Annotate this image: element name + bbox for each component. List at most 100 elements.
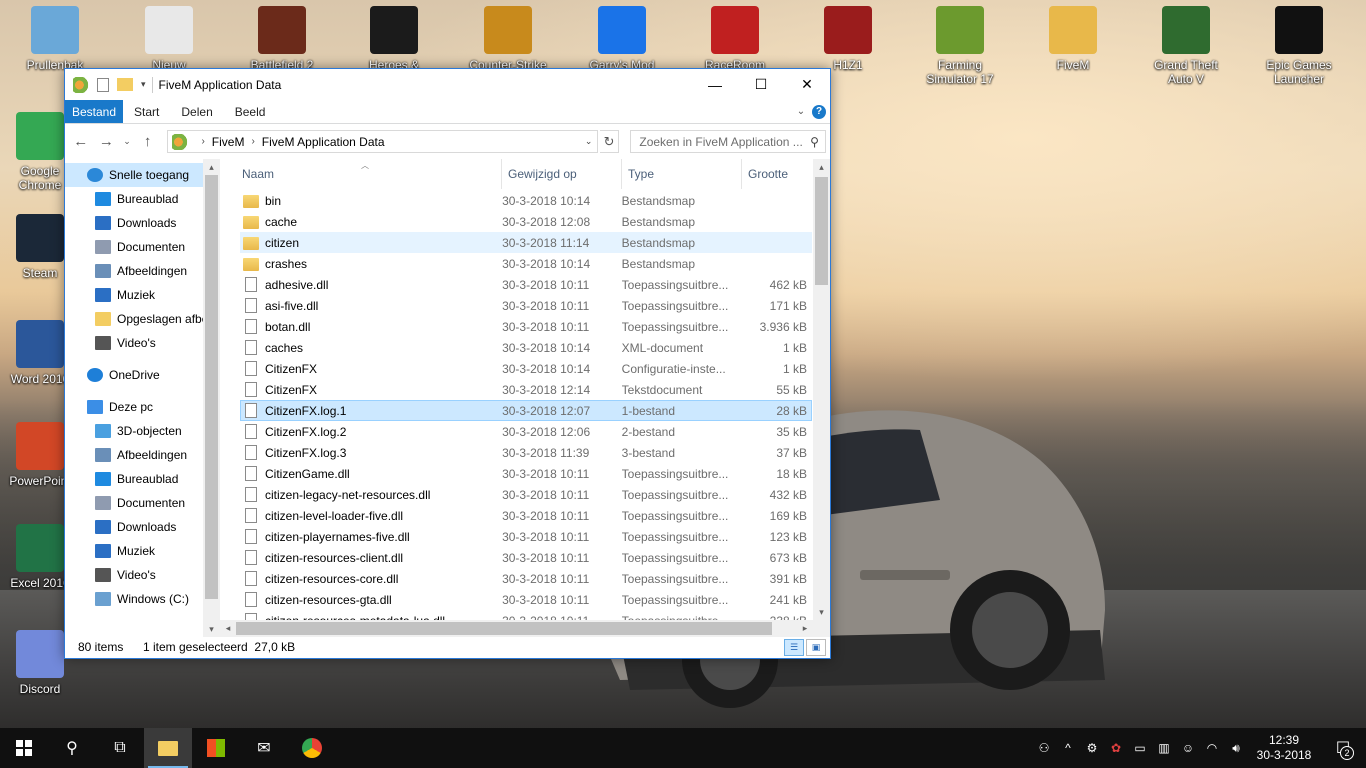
address-dropdown-icon[interactable]: ⌄ xyxy=(581,136,597,147)
up-arrow-icon[interactable]: ↑ xyxy=(136,130,160,154)
maximize-button[interactable]: ☐ xyxy=(738,69,784,100)
file-row[interactable]: cache 30-3-2018 12:08 Bestandsmap xyxy=(240,211,812,232)
properties-icon[interactable] xyxy=(97,77,109,92)
task-view-icon[interactable]: ⧉ xyxy=(96,728,144,768)
file-explorer-taskbar-icon[interactable] xyxy=(144,728,192,768)
close-button[interactable]: ✕ xyxy=(784,69,830,100)
desktop-shortcut[interactable]: Counter-Strike xyxy=(466,6,550,72)
nav-scrollbar[interactable]: ▴ ▾ xyxy=(203,159,220,637)
nav-item[interactable]: Documenten xyxy=(65,491,220,515)
nav-item[interactable]: 3D-objecten xyxy=(65,419,220,443)
breadcrumb-fivem[interactable]: FiveM xyxy=(212,135,245,149)
file-row[interactable]: citizen-resources-core.dll 30-3-2018 10:1… xyxy=(240,568,812,589)
nav-item[interactable]: Deze pc xyxy=(65,395,220,419)
start-button[interactable] xyxy=(0,728,48,768)
discord-tray-icon[interactable]: ☺ xyxy=(1176,741,1200,755)
file-row[interactable]: botan.dll 30-3-2018 10:11 Toepassingsuitbr… xyxy=(240,316,812,337)
file-row[interactable]: crashes 30-3-2018 10:14 Bestandsmap xyxy=(240,253,812,274)
store-taskbar-icon[interactable] xyxy=(192,728,240,768)
steam-tray-icon[interactable]: ⚙ xyxy=(1080,741,1104,755)
nav-scroll-up-icon[interactable]: ▴ xyxy=(203,159,220,175)
nav-item[interactable]: Video's xyxy=(65,331,220,355)
new-folder-icon[interactable] xyxy=(117,78,133,91)
nav-item[interactable]: Afbeeldingen✦ xyxy=(65,259,220,283)
action-center-icon[interactable]: ☐ 2 xyxy=(1320,728,1366,768)
file-row[interactable]: CitizenFX.log.3 30-3-2018 11:39 3-bestand 3… xyxy=(240,442,812,463)
scroll-down-icon[interactable]: ▾ xyxy=(813,604,830,620)
title-bar[interactable]: ▾ FiveM Application Data — ☐ ✕ xyxy=(65,69,830,100)
horizontal-scroll-thumb[interactable] xyxy=(236,622,772,635)
desktop-shortcut[interactable]: FiveM xyxy=(1031,6,1115,72)
search-box[interactable]: Zoeken in FiveM Application ... ⚲ xyxy=(630,130,826,153)
recent-locations-icon[interactable]: ⌄ xyxy=(120,130,134,154)
file-row[interactable]: CitizenFX 30-3-2018 10:14 Configuratie-ins… xyxy=(240,358,812,379)
chrome-taskbar-icon[interactable] xyxy=(288,728,336,768)
tab-delen[interactable]: Delen xyxy=(170,100,223,123)
search-taskbar-icon[interactable]: ⚲ xyxy=(48,728,96,768)
people-icon[interactable]: ⚇ xyxy=(1032,741,1056,755)
file-row[interactable]: citizen-legacy-net-resources.dll 30-3-201… xyxy=(240,484,812,505)
file-vertical-scrollbar[interactable]: ▴ ▾ xyxy=(813,159,830,620)
desktop-shortcut[interactable]: Nieuw xyxy=(127,6,211,72)
nav-scroll-thumb[interactable] xyxy=(205,175,218,599)
nav-item[interactable]: Muziek xyxy=(65,283,220,307)
desktop-shortcut[interactable]: Epic Games Launcher xyxy=(1257,6,1341,86)
nav-item[interactable]: Snelle toegang xyxy=(65,163,220,187)
file-row[interactable]: caches 30-3-2018 10:14 XML-document 1 kB xyxy=(240,337,812,358)
nav-item[interactable]: Video's xyxy=(65,563,220,587)
search-icon[interactable]: ⚲ xyxy=(810,135,819,149)
nav-item[interactable]: Documenten✦ xyxy=(65,235,220,259)
clock[interactable]: 12:39 30-3-2018 xyxy=(1248,733,1320,763)
column-gewijzigd-op[interactable]: Gewijzigd op xyxy=(502,159,622,189)
customize-toolbar-icon[interactable]: ▾ xyxy=(141,79,146,90)
file-row[interactable]: CitizenGame.dll 30-3-2018 10:11 Toepassing… xyxy=(240,463,812,484)
game-tray-icon[interactable]: ✿ xyxy=(1104,741,1128,755)
vertical-scroll-thumb[interactable] xyxy=(815,177,828,285)
nav-item[interactable]: Downloads✦ xyxy=(65,211,220,235)
expand-ribbon-icon[interactable]: ⌄ xyxy=(790,100,812,123)
file-row[interactable]: citizen-resources-client.dll 30-3-2018 10… xyxy=(240,547,812,568)
refresh-icon[interactable]: ↻ xyxy=(599,130,620,153)
network-icon[interactable]: ▥ xyxy=(1152,741,1176,755)
file-row[interactable]: CitizenFX.log.1 30-3-2018 12:07 1-bestand 2… xyxy=(240,400,812,421)
file-row[interactable]: asi-five.dll 30-3-2018 10:11 Toepassingsui… xyxy=(240,295,812,316)
file-row[interactable]: citizen-playernames-five.dll 30-3-2018 10… xyxy=(240,526,812,547)
desktop-shortcut[interactable]: Garry's Mod xyxy=(580,6,664,72)
details-view-icon[interactable]: ☰ xyxy=(784,638,804,656)
tab-start[interactable]: Start xyxy=(123,100,170,123)
file-row[interactable]: citizen-resources-gta.dll 30-3-2018 10:11… xyxy=(240,589,812,610)
tab-beeld[interactable]: Beeld xyxy=(224,100,277,123)
scroll-left-icon[interactable]: ◂ xyxy=(220,620,236,637)
scroll-right-icon[interactable]: ▸ xyxy=(797,620,813,637)
nav-item[interactable]: Bureaublad✦ xyxy=(65,187,220,211)
address-bar[interactable]: › FiveM › FiveM Application Data ⌄ xyxy=(167,130,598,153)
nav-item[interactable]: Muziek xyxy=(65,539,220,563)
file-row[interactable]: CitizenFX.log.2 30-3-2018 12:06 2-bestand 3… xyxy=(240,421,812,442)
show-hidden-icons-icon[interactable]: ^ xyxy=(1056,741,1080,755)
nav-item[interactable]: Afbeeldingen xyxy=(65,443,220,467)
mail-taskbar-icon[interactable]: ✉ xyxy=(240,728,288,768)
nav-item[interactable]: Opgeslagen afbe xyxy=(65,307,220,331)
help-icon[interactable]: ? xyxy=(812,105,826,119)
desktop-shortcut[interactable]: H1Z1 xyxy=(806,6,890,72)
battery-icon[interactable]: ▭ xyxy=(1128,741,1152,755)
column-type[interactable]: Type xyxy=(622,159,742,189)
forward-arrow-icon[interactable]: → xyxy=(95,130,119,154)
desktop-shortcut[interactable]: Prullenbak xyxy=(13,6,97,72)
file-row[interactable]: CitizenFX 30-3-2018 12:14 Tekstdocument 55 … xyxy=(240,379,812,400)
large-icons-view-icon[interactable]: ▣ xyxy=(806,638,826,656)
file-row[interactable]: bin 30-3-2018 10:14 Bestandsmap xyxy=(240,190,812,211)
desktop-shortcut[interactable]: Farming Simulator 17 xyxy=(918,6,1002,86)
nav-item[interactable]: Bureaublad xyxy=(65,467,220,491)
file-row[interactable]: adhesive.dll 30-3-2018 10:11 Toepassingsui… xyxy=(240,274,812,295)
volume-icon[interactable]: 🔊︎ xyxy=(1224,741,1248,756)
file-row[interactable]: citizen 30-3-2018 11:14 Bestandsmap xyxy=(240,232,812,253)
back-arrow-icon[interactable]: ← xyxy=(69,130,93,154)
nav-scroll-down-icon[interactable]: ▾ xyxy=(203,621,220,637)
tab-bestand[interactable]: Bestand xyxy=(65,100,124,123)
desktop-shortcut[interactable]: Grand Theft Auto V xyxy=(1144,6,1228,86)
file-row[interactable]: citizen-level-loader-five.dll 30-3-2018 1… xyxy=(240,505,812,526)
wifi-icon[interactable]: ◠ xyxy=(1200,741,1224,755)
breadcrumb-current[interactable]: FiveM Application Data xyxy=(262,135,385,149)
nav-item[interactable]: Windows (C:) xyxy=(65,587,220,611)
